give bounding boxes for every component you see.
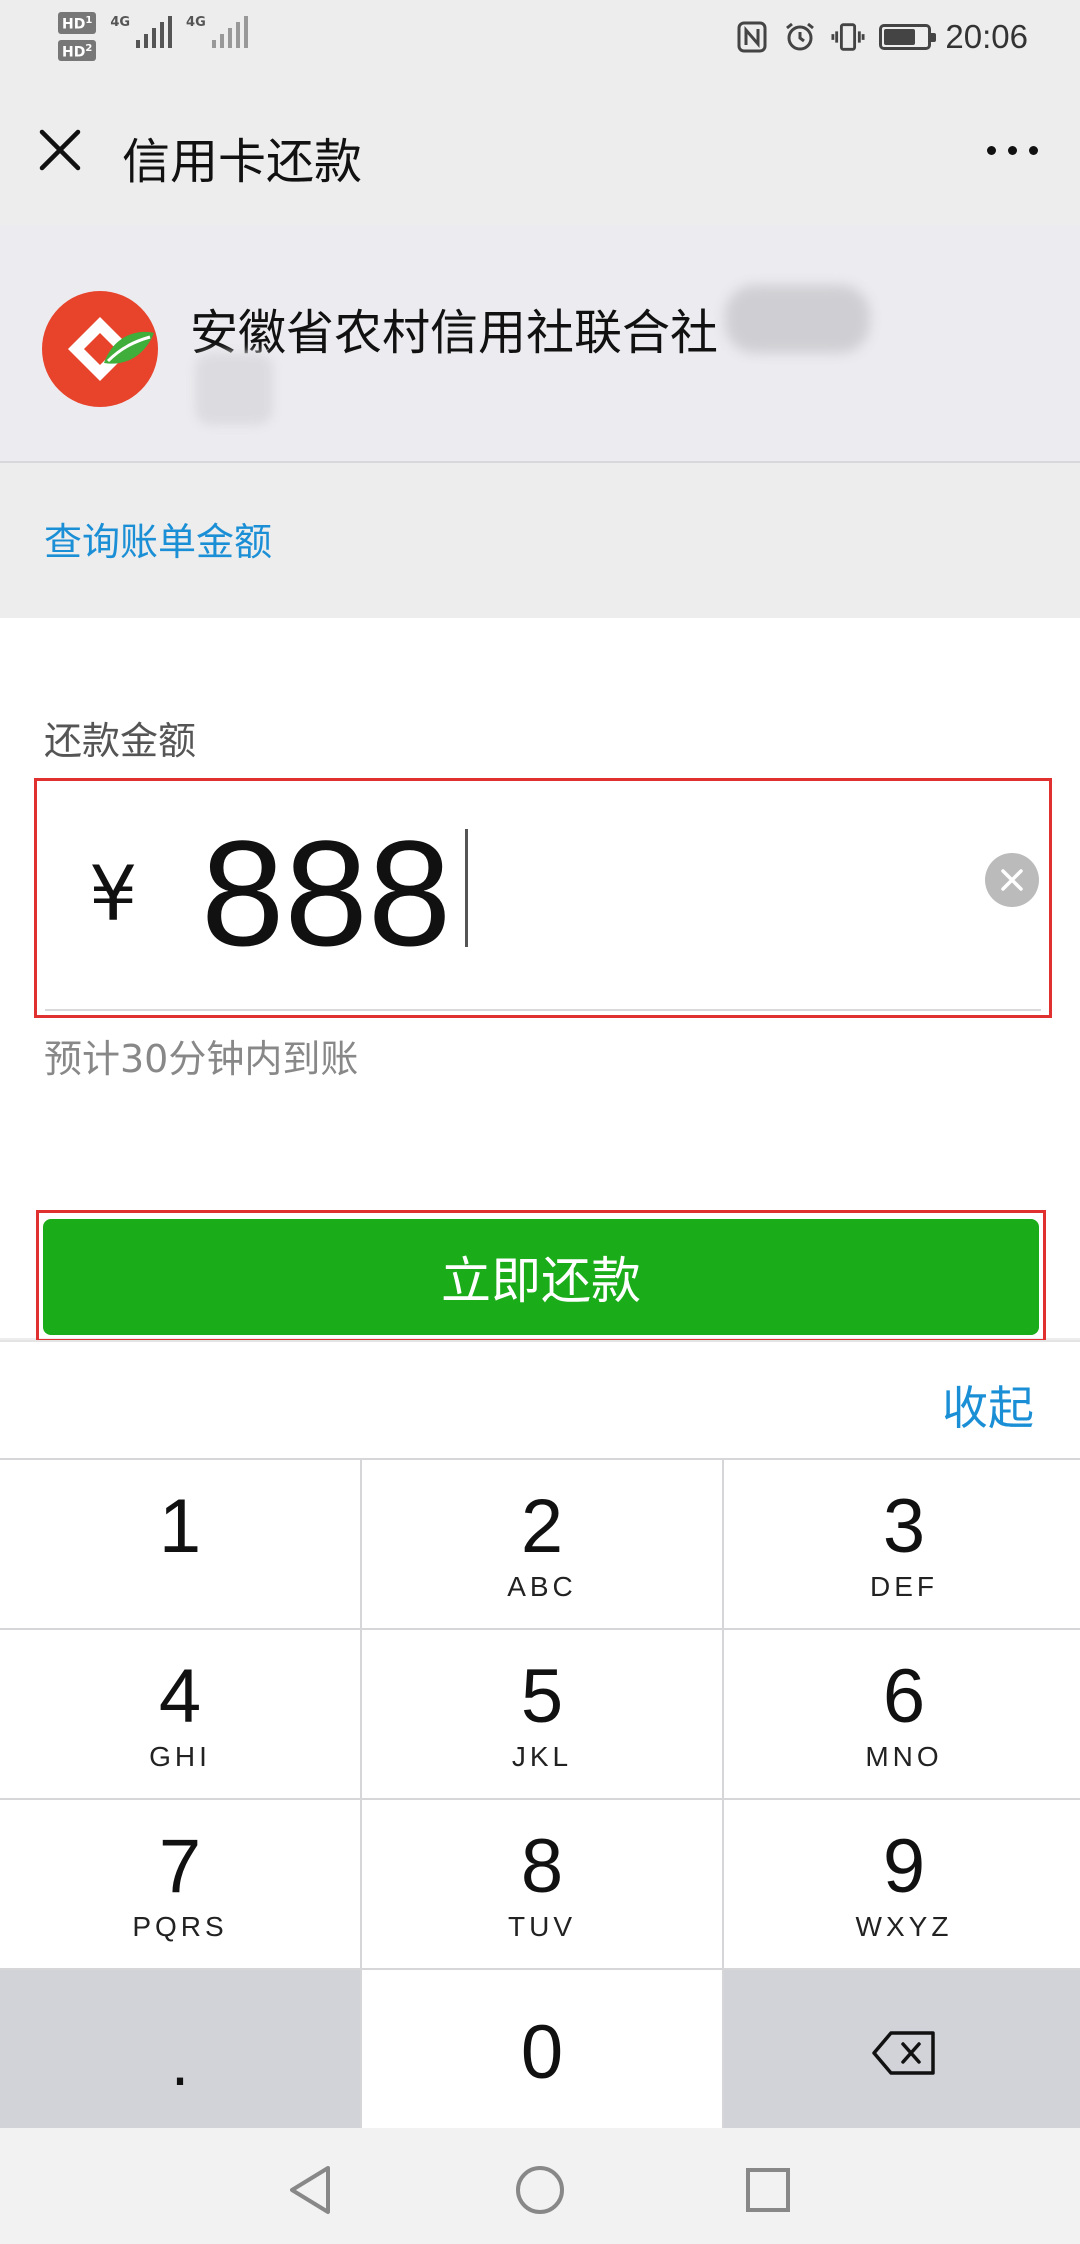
arrival-estimate: 预计30分钟内到账 [44, 1037, 359, 1081]
repay-form: 还款金额 ¥ 888 预计30分钟内到账 立即还款 [0, 618, 1080, 1342]
clear-amount-button[interactable] [985, 853, 1039, 907]
home-circle-icon [516, 2166, 564, 2214]
input-underline [45, 1009, 1041, 1011]
more-options-button[interactable] [972, 118, 1052, 182]
backspace-key[interactable] [724, 1970, 1080, 2136]
amount-value: 888 [201, 809, 452, 977]
nav-recents-button[interactable] [740, 2162, 796, 2218]
key-1[interactable]: 1 [0, 1460, 360, 1628]
key-8[interactable]: 8 TUV [362, 1800, 722, 1968]
repay-now-button[interactable]: 立即还款 [43, 1219, 1039, 1335]
backspace-icon [872, 2031, 935, 2075]
bank-card-section[interactable]: 安徽省农村信用社联合社 [0, 225, 1080, 463]
submit-highlight: 立即还款 [36, 1210, 1046, 1342]
key-3[interactable]: 3 DEF [724, 1460, 1080, 1628]
redacted-card-holder [195, 353, 273, 425]
back-triangle-icon [290, 2166, 330, 2214]
key-5[interactable]: 5 JKL [362, 1630, 722, 1798]
alarm-icon [783, 20, 817, 54]
text-caret [465, 829, 468, 947]
key-0[interactable]: 0 [362, 1970, 722, 2136]
hd-badge-2: HD2 [58, 39, 97, 62]
close-icon [39, 129, 81, 171]
key-dot[interactable]: . [0, 1970, 360, 2136]
amount-label: 还款金额 [44, 719, 197, 763]
collapse-keyboard-button[interactable]: 收起 [942, 1372, 1034, 1438]
title-bar: 信用卡还款 [0, 80, 1080, 225]
nav-back-button[interactable] [282, 2162, 338, 2218]
status-right: 20:06 [735, 18, 1028, 56]
system-nav-bar [0, 2128, 1080, 2244]
close-button[interactable] [28, 118, 92, 182]
currency-symbol: ¥ [89, 849, 138, 938]
clock-time: 20:06 [945, 18, 1028, 55]
recents-square-icon [746, 2168, 790, 2212]
signal-icon-2: 4G [186, 16, 248, 48]
keyboard-header: 收起 [0, 1340, 1080, 1458]
numeric-keypad: 1 2 ABC 3 DEF 4 GHI 5 JKL 6 MNO 7 PQRS 8 TUV 9W… [0, 1458, 1080, 2136]
status-left: HD1 HD2 4G 4G [58, 12, 248, 62]
key-4[interactable]: 4 GHI [0, 1630, 360, 1798]
key-9[interactable]: 9 WXYZ [724, 1800, 1080, 1968]
key-6[interactable]: 6 MNO [724, 1630, 1080, 1798]
status-bar: HD1 HD2 4G 4G 20:06 [0, 0, 1080, 80]
vibrate-icon [831, 20, 865, 54]
query-bill-link[interactable]: 查询账单金额 [44, 511, 272, 566]
key-7[interactable]: 7 PQRS [0, 1800, 360, 1968]
key-2[interactable]: 2 ABC [362, 1460, 722, 1628]
amount-input[interactable]: ¥ 888 [34, 778, 1052, 1018]
battery-icon [879, 24, 937, 50]
signal-icon-1: 4G [110, 16, 173, 48]
redacted-card-number [725, 285, 870, 353]
nav-home-button[interactable] [512, 2162, 568, 2218]
more-dot-icon [986, 145, 996, 155]
hd-indicators: HD1 HD2 [58, 12, 97, 62]
clear-icon [1001, 869, 1023, 891]
hd-badge-1: HD1 [58, 12, 97, 34]
nfc-icon [735, 20, 769, 54]
bank-name: 安徽省农村信用社联合社 [190, 305, 719, 361]
bank-logo-icon [42, 291, 158, 407]
page-title: 信用卡还款 [122, 134, 363, 190]
query-bill-section: 查询账单金额 [0, 465, 1080, 618]
